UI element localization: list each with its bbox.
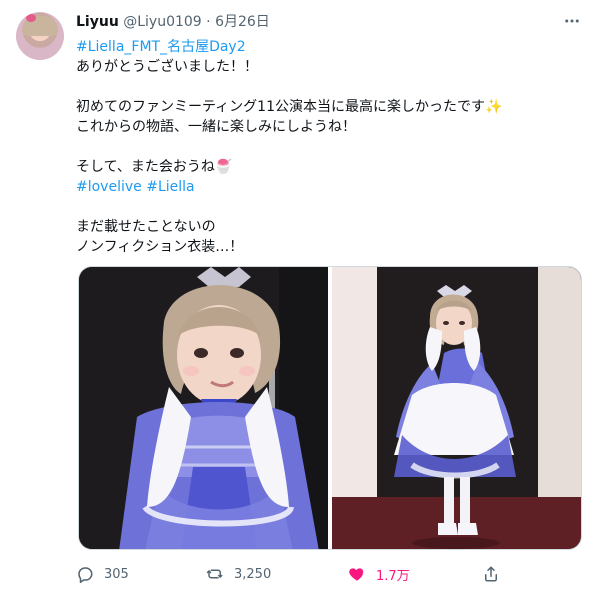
tweet-text: #Liella_FMT_名古屋Day2 ありがとうございました！！ 初めてのファ…	[76, 37, 576, 257]
retweet-button[interactable]: 3,250	[206, 562, 271, 586]
avatar[interactable]	[16, 12, 64, 60]
separator-dot: ·	[206, 14, 211, 30]
text-line: まだ載せたことないの	[76, 219, 216, 235]
photo-closeup-illustration	[79, 267, 328, 549]
text-line: これからの物語、一緒に楽しみにしようね！	[76, 119, 356, 135]
author-name[interactable]: Liyuu	[76, 14, 119, 30]
photo-closeup[interactable]	[79, 267, 328, 549]
author-handle[interactable]: @Liyu0109	[123, 14, 201, 30]
photo-fullbody[interactable]	[332, 267, 581, 549]
share-icon	[485, 566, 497, 582]
photo-fullbody-illustration	[332, 267, 581, 549]
text-line: 初めてのファンミーティング11公演本当に最高に楽しかったです✨	[76, 99, 503, 115]
more-dots-svg	[565, 19, 579, 23]
reply-icon	[78, 567, 93, 583]
tweet-header: Liyuu @Liyu0109 · 6月26日	[76, 13, 270, 31]
more-horizontal-icon[interactable]	[562, 12, 582, 32]
reply-button[interactable]: 305	[76, 562, 129, 586]
avatar-accessory	[26, 14, 36, 22]
text-line: ありがとうございました！！	[76, 59, 258, 75]
tweet-date[interactable]: 6月26日	[215, 14, 270, 30]
tweet-card[interactable]: Liyuu @Liyu0109 · 6月26日 #Liella_FMT_名古屋D…	[0, 0, 599, 596]
hashtag-liella-fmt[interactable]: #Liella_FMT_名古屋Day2	[76, 39, 246, 55]
retweet-count: 3,250	[234, 566, 272, 582]
share-button[interactable]	[482, 562, 500, 586]
text-line: ノンフィクション衣装…！	[76, 239, 244, 255]
hashtag-liella[interactable]: #Liella	[146, 179, 194, 195]
reply-count: 305	[104, 566, 129, 582]
heart-icon	[349, 568, 364, 581]
like-button[interactable]: 1.7万	[348, 562, 410, 586]
like-count: 1.7万	[376, 568, 410, 584]
text-line: そして、また会おうね🍧	[76, 159, 233, 175]
hashtag-lovelive[interactable]: #lovelive	[76, 179, 142, 195]
retweet-icon	[206, 569, 223, 579]
tweet-actions: 305 3,250 1.7万	[76, 562, 576, 586]
media-grid	[78, 266, 582, 550]
